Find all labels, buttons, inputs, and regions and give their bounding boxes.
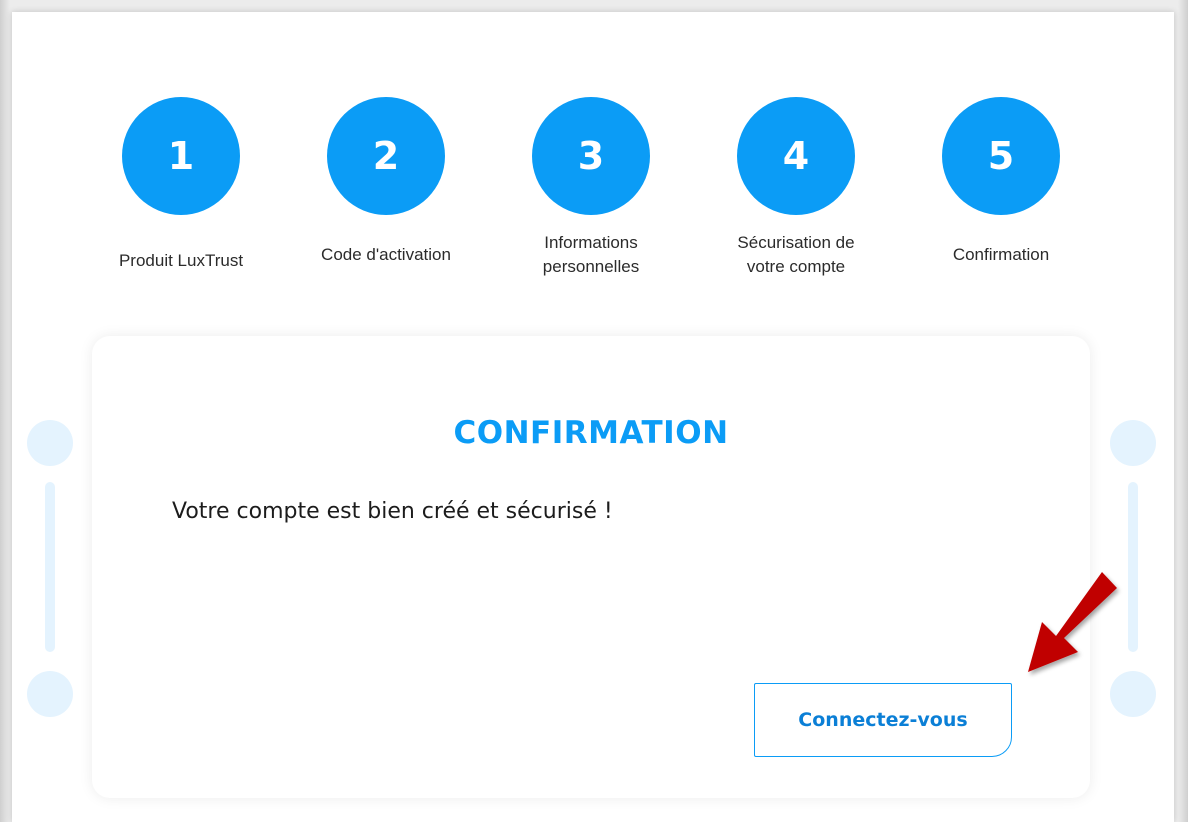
step-5-label: Confirmation <box>952 245 1050 264</box>
decoration-dot-left-bottom <box>27 671 73 717</box>
decoration-bar-left <box>45 482 55 652</box>
step-4-label: Sécurisation de votre compte <box>737 233 855 276</box>
step-2-circle: 2 <box>327 97 445 215</box>
confirmation-card: CONFIRMATION Votre compte est bien créé … <box>92 336 1090 798</box>
arrow-annotation-icon <box>1028 572 1117 672</box>
step-5-circle: 5 <box>942 97 1060 215</box>
step-4: 4 Sécurisation de votre compte <box>701 97 891 276</box>
step-1-circle: 1 <box>122 97 240 215</box>
step-4-circle: 4 <box>737 97 855 215</box>
decoration-dot-left-top <box>27 420 73 466</box>
step-3: 3 Informations personnelles <box>496 97 686 276</box>
decoration-dot-right-top <box>1110 420 1156 466</box>
card-title: CONFIRMATION <box>453 415 729 451</box>
step-2: 2 Code d'activation <box>291 97 481 264</box>
step-1: 1 Produit LuxTrust <box>86 97 276 270</box>
step-2-label: Code d'activation <box>321 245 451 264</box>
confirmation-message: Votre compte est bien créé et sécurisé ! <box>172 499 613 524</box>
step-1-label: Produit LuxTrust <box>118 251 244 270</box>
step-5: 5 Confirmation <box>906 97 1096 264</box>
step-3-circle: 3 <box>532 97 650 215</box>
connect-button[interactable]: Connectez-vous <box>754 683 1012 757</box>
step-3-label: Informations personnelles <box>542 233 640 276</box>
